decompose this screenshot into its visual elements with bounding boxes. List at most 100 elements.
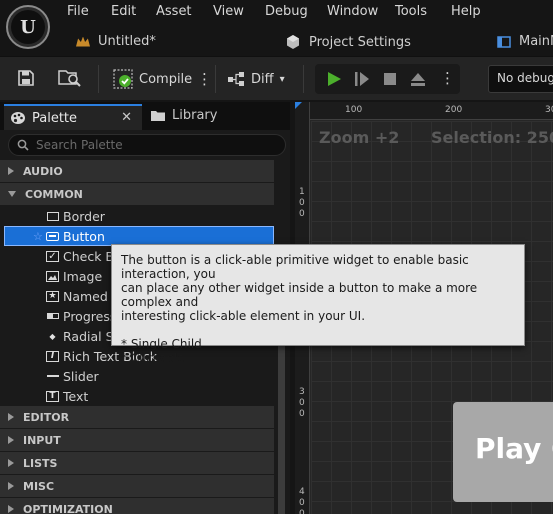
menu-edit[interactable]: Edit: [111, 4, 136, 19]
category-audio[interactable]: AUDIO: [0, 160, 274, 183]
ruler-mark: 0: [299, 498, 305, 508]
main-window-icon: [497, 35, 511, 48]
chevron-down-icon: [8, 191, 16, 197]
ruler-mark: 1: [299, 187, 305, 197]
chevron-right-icon: [8, 167, 14, 175]
tab-library[interactable]: Library: [150, 108, 217, 123]
project-settings-tab[interactable]: Project Settings: [285, 34, 411, 50]
button-icon: [46, 231, 59, 242]
ruler-mark: 100: [345, 105, 363, 115]
menu-help[interactable]: Help: [451, 4, 481, 19]
ruler-mark: 200: [445, 105, 463, 115]
menu-file[interactable]: File: [67, 4, 89, 19]
category-misc[interactable]: MISC: [0, 475, 274, 498]
palette-search-input[interactable]: Search Palette: [8, 134, 286, 156]
widget-blueprint-icon: [76, 36, 90, 47]
menu-bar: U File Edit Asset View Debug Window Tool…: [0, 0, 553, 56]
palette-item-text[interactable]: T Text: [0, 386, 274, 406]
chevron-right-icon: [8, 505, 14, 513]
category-common[interactable]: COMMON: [0, 183, 274, 206]
ruler-mark: 4: [299, 487, 305, 497]
tooltip-bullet: * Single Child: [121, 337, 202, 351]
favorite-star-icon[interactable]: ☆: [33, 230, 43, 243]
rich-text-icon: I: [46, 350, 59, 362]
menu-asset[interactable]: Asset: [156, 4, 192, 19]
canvas-play-button[interactable]: Play G: [453, 402, 553, 502]
ruler-mark: 0: [299, 198, 305, 208]
ruler-mark: 0: [299, 209, 305, 219]
eject-icon[interactable]: [409, 70, 427, 88]
chevron-right-icon: [8, 436, 14, 444]
browse-icon[interactable]: [58, 68, 82, 88]
zoom-label: Zoom +2: [319, 128, 400, 147]
category-editor[interactable]: EDITOR: [0, 406, 274, 429]
menu-window[interactable]: Window: [327, 4, 378, 19]
tooltip-line: can place any other widget inside a butt…: [121, 281, 478, 309]
menu-debug[interactable]: Debug: [265, 4, 308, 19]
radial-slider-icon: ◆: [49, 331, 56, 341]
tab-palette-label: Palette: [32, 110, 78, 126]
category-input[interactable]: INPUT: [0, 429, 274, 452]
ruler-mark: 300: [545, 105, 553, 115]
document-tab-label: Untitled*: [98, 34, 156, 49]
slider-icon: [46, 371, 59, 382]
item-label: Image: [63, 268, 103, 284]
category-optimization[interactable]: OPTIMIZATION: [0, 498, 274, 514]
chevron-right-icon: [8, 459, 14, 467]
category-label: LISTS: [23, 456, 58, 470]
checkbox-icon: ✓: [46, 250, 59, 262]
chevron-right-icon: [8, 482, 14, 490]
tooltip-line: The button is a click-able primitive wid…: [121, 253, 469, 281]
category-label: COMMON: [25, 187, 83, 201]
save-icon[interactable]: [17, 69, 35, 87]
palette-item-border[interactable]: Border: [0, 206, 274, 226]
image-icon: [46, 270, 59, 282]
play-controls: ⋮: [315, 64, 460, 94]
compile-options-icon[interactable]: ⋮: [197, 67, 212, 91]
step-icon[interactable]: [353, 70, 371, 88]
category-label: AUDIO: [23, 164, 63, 178]
document-tab[interactable]: Untitled*: [76, 34, 156, 49]
menu-view[interactable]: View: [213, 4, 244, 19]
palette-tab-strip: Palette ✕ Library: [0, 102, 290, 130]
named-slot-icon: ★: [46, 290, 59, 302]
unreal-logo-icon[interactable]: U: [6, 5, 50, 49]
chevron-right-icon: [8, 413, 14, 421]
palette-icon: [11, 112, 25, 124]
tab-palette[interactable]: Palette ✕: [4, 104, 142, 130]
category-lists[interactable]: LISTS: [0, 452, 274, 475]
play-icon[interactable]: [325, 70, 343, 88]
folder-icon: [151, 110, 165, 121]
item-label: Border: [63, 208, 105, 224]
diff-icon: [228, 72, 244, 86]
debug-object-select[interactable]: No debug: [488, 65, 553, 93]
category-label: INPUT: [23, 433, 61, 447]
palette-item-button[interactable]: ☆ Button: [4, 226, 274, 246]
compile-check-icon: [113, 69, 133, 89]
border-icon: [46, 211, 59, 222]
chevron-down-icon: ▾: [279, 73, 285, 85]
ruler-top: 100 200 300: [295, 102, 553, 120]
settings-cube-icon: [287, 35, 299, 49]
ruler-mark: 0: [299, 509, 305, 514]
category-label: OPTIMIZATION: [23, 502, 113, 514]
diff-button[interactable]: Diff ▾: [227, 67, 285, 91]
search-icon: [17, 139, 29, 151]
progress-icon: [46, 311, 59, 322]
palette-item-slider[interactable]: Slider: [0, 366, 274, 386]
close-icon[interactable]: ✕: [121, 110, 132, 125]
text-icon: T: [46, 390, 59, 402]
toolbar: Compile ⋮ Diff ▾ ⋮ No debug: [0, 56, 553, 100]
item-label: Text: [63, 388, 89, 404]
tooltip-bullet: * Clickable: [121, 351, 185, 365]
main-tab-label: MainM: [519, 34, 553, 49]
tab-library-label: Library: [172, 108, 218, 123]
play-options-icon[interactable]: ⋮: [440, 69, 455, 87]
ruler-mark: 0: [299, 409, 305, 419]
item-label: Slider: [63, 368, 99, 384]
stop-icon[interactable]: [381, 70, 399, 88]
main-tab[interactable]: MainM: [497, 34, 553, 49]
compile-button[interactable]: Compile: [113, 67, 192, 91]
ruler-mark: 0: [299, 398, 305, 408]
menu-tools[interactable]: Tools: [395, 4, 427, 19]
